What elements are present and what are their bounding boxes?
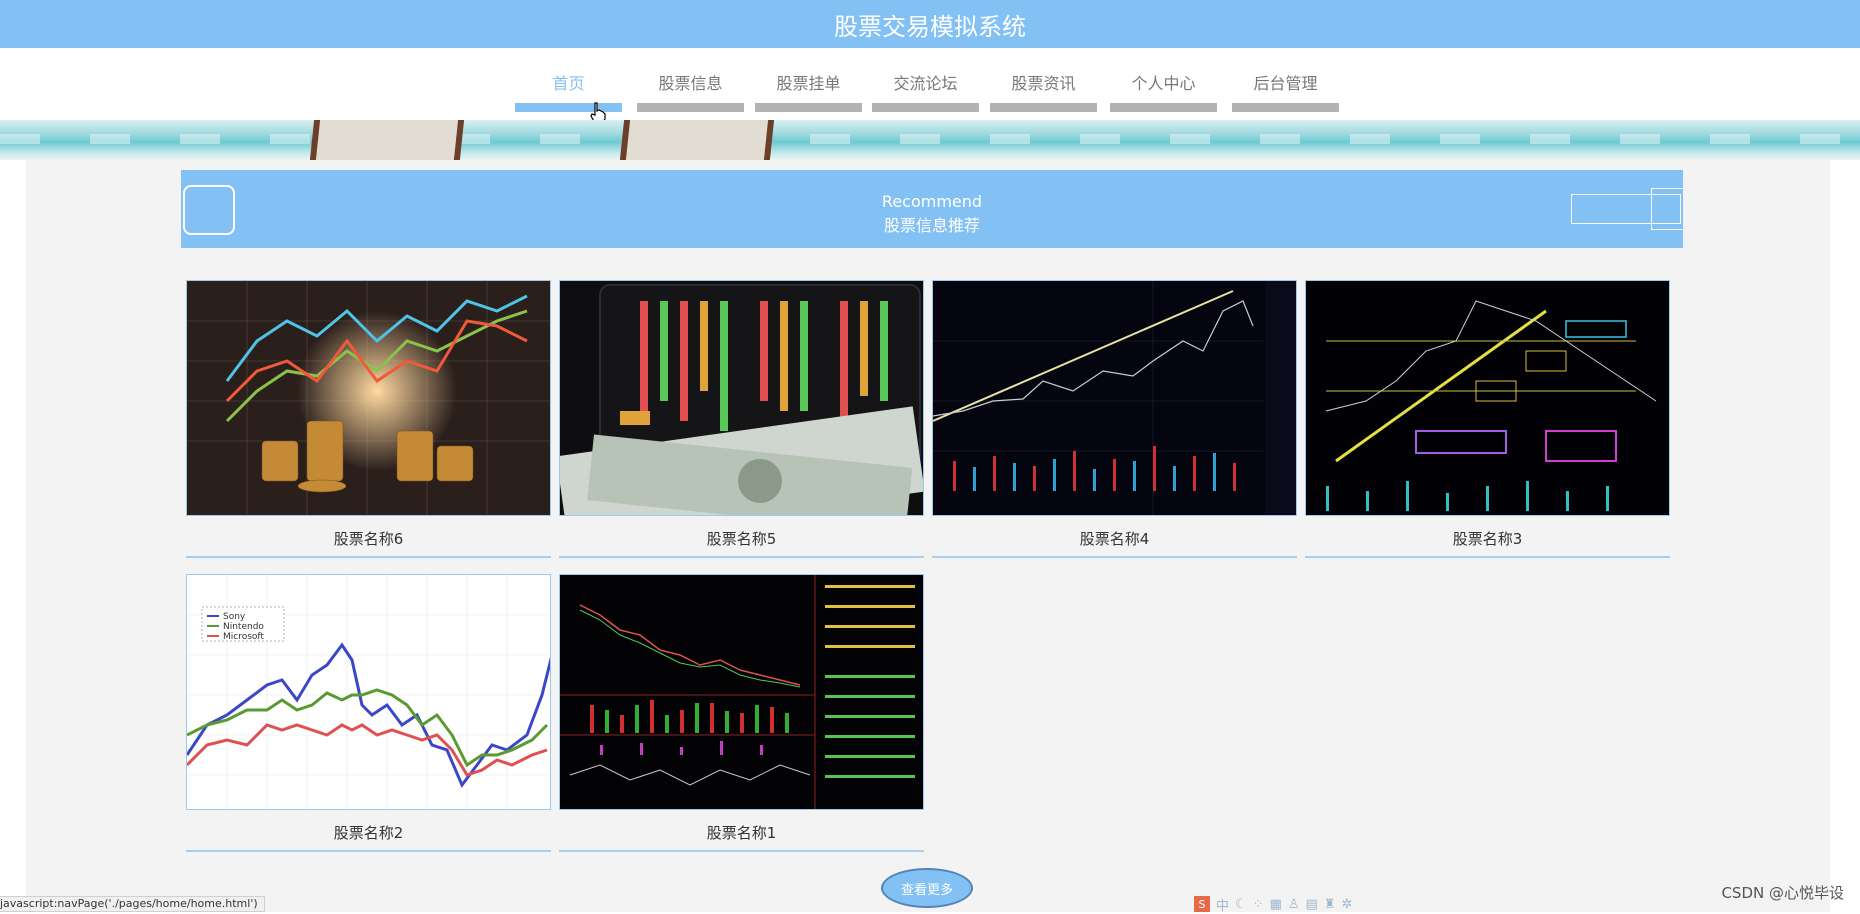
beach-banner-image	[0, 120, 1860, 160]
stock-card[interactable]: 股票名称3	[1305, 280, 1670, 558]
nav-underline	[637, 103, 744, 112]
stock-name: 股票名称3	[1452, 530, 1523, 548]
moon-icon[interactable]: ☾	[1235, 897, 1247, 912]
stock-card[interactable]: 股票名称4	[932, 280, 1297, 558]
nav-underline	[1110, 103, 1217, 112]
nav-item-personal-center[interactable]: 个人中心	[1110, 48, 1217, 112]
stock-name: 股票名称1	[706, 824, 777, 842]
nav-item-label: 股票挂单	[776, 74, 841, 93]
nav-item-stock-info[interactable]: 股票信息	[637, 48, 744, 112]
view-more-button[interactable]: 查看更多	[881, 868, 973, 908]
section-title-en: Recommend	[881, 192, 983, 211]
card-underline	[186, 850, 551, 852]
user-icon[interactable]: ♙	[1288, 897, 1300, 912]
shirt-icon[interactable]: ♜	[1324, 897, 1336, 912]
coins-chart-image	[186, 280, 551, 516]
nav-underline	[755, 103, 862, 112]
nav-item-label: 股票信息	[658, 74, 723, 93]
stock-card[interactable]: 股票名称5	[559, 280, 924, 558]
nav-item-label: 股票资讯	[1011, 74, 1076, 93]
nav-item-label: 交流论坛	[893, 74, 958, 93]
csdn-watermark: CSDN @心悦毕设	[1721, 884, 1844, 902]
nav-underline	[1232, 103, 1339, 112]
legend-label: Sony	[223, 612, 246, 622]
section-title-cn: 股票信息推荐	[883, 216, 980, 235]
stock-card[interactable]: 股票名称6	[186, 280, 551, 558]
ime-brand-icon[interactable]: S	[1194, 896, 1210, 912]
nav-underline	[990, 103, 1097, 112]
status-bar-url: javascript:navPage('./pages/home/home.ht…	[0, 896, 265, 912]
main-nav: 首页 股票信息 股票挂单 交流论坛 股票资讯 个人中心 后台管理	[0, 48, 1860, 120]
legend-label: Nintendo	[223, 622, 264, 632]
nav-item-stock-news[interactable]: 股票资讯	[990, 48, 1097, 112]
stock-name: 股票名称2	[333, 824, 404, 842]
nav-item-stock-orders[interactable]: 股票挂单	[755, 48, 862, 112]
card-underline	[186, 556, 551, 558]
decor-rect	[1651, 188, 1683, 230]
ime-toolbar: S 中 ☾ ⁘ ▦ ♙ ▤ ♜ ✲	[1194, 895, 1352, 914]
nav-item-label: 后台管理	[1253, 74, 1318, 93]
nav-underline	[872, 103, 979, 112]
section-header: Recommend 股票信息推荐	[181, 170, 1683, 248]
candlestick-chart-image	[932, 280, 1297, 516]
nav-item-label: 首页	[552, 74, 585, 93]
card-underline	[559, 556, 924, 558]
legend-label: Microsoft	[223, 632, 264, 642]
site-title: 股票交易模拟系统	[834, 12, 1026, 41]
nav-item-forum[interactable]: 交流论坛	[872, 48, 979, 112]
line-chart-image: Sony Nintendo Microsoft	[186, 574, 551, 810]
stock-name: 股票名称5	[706, 530, 777, 548]
nav-item-admin[interactable]: 后台管理	[1232, 48, 1339, 112]
gear-icon[interactable]: ✲	[1341, 897, 1352, 912]
site-title-bar: 股票交易模拟系统	[0, 0, 1860, 48]
trading-screen-image	[559, 574, 924, 810]
stock-card[interactable]: Sony Nintendo Microsoft 股票名称2	[186, 574, 551, 852]
keyboard-icon[interactable]: ▦	[1270, 897, 1282, 912]
stock-card[interactable]: 股票名称1	[559, 574, 924, 852]
nav-item-label: 个人中心	[1131, 74, 1196, 93]
dots-icon[interactable]: ⁘	[1253, 897, 1264, 912]
ime-language-icon[interactable]: 中	[1216, 895, 1229, 914]
card-underline	[932, 556, 1297, 558]
grid-icon[interactable]: ▤	[1306, 897, 1318, 912]
annotated-chart-image	[1305, 280, 1670, 516]
stock-name: 股票名称4	[1079, 530, 1150, 548]
card-underline	[1305, 556, 1670, 558]
tablet-dollars-image	[559, 280, 924, 516]
stock-name: 股票名称6	[333, 530, 404, 548]
card-underline	[559, 850, 924, 852]
